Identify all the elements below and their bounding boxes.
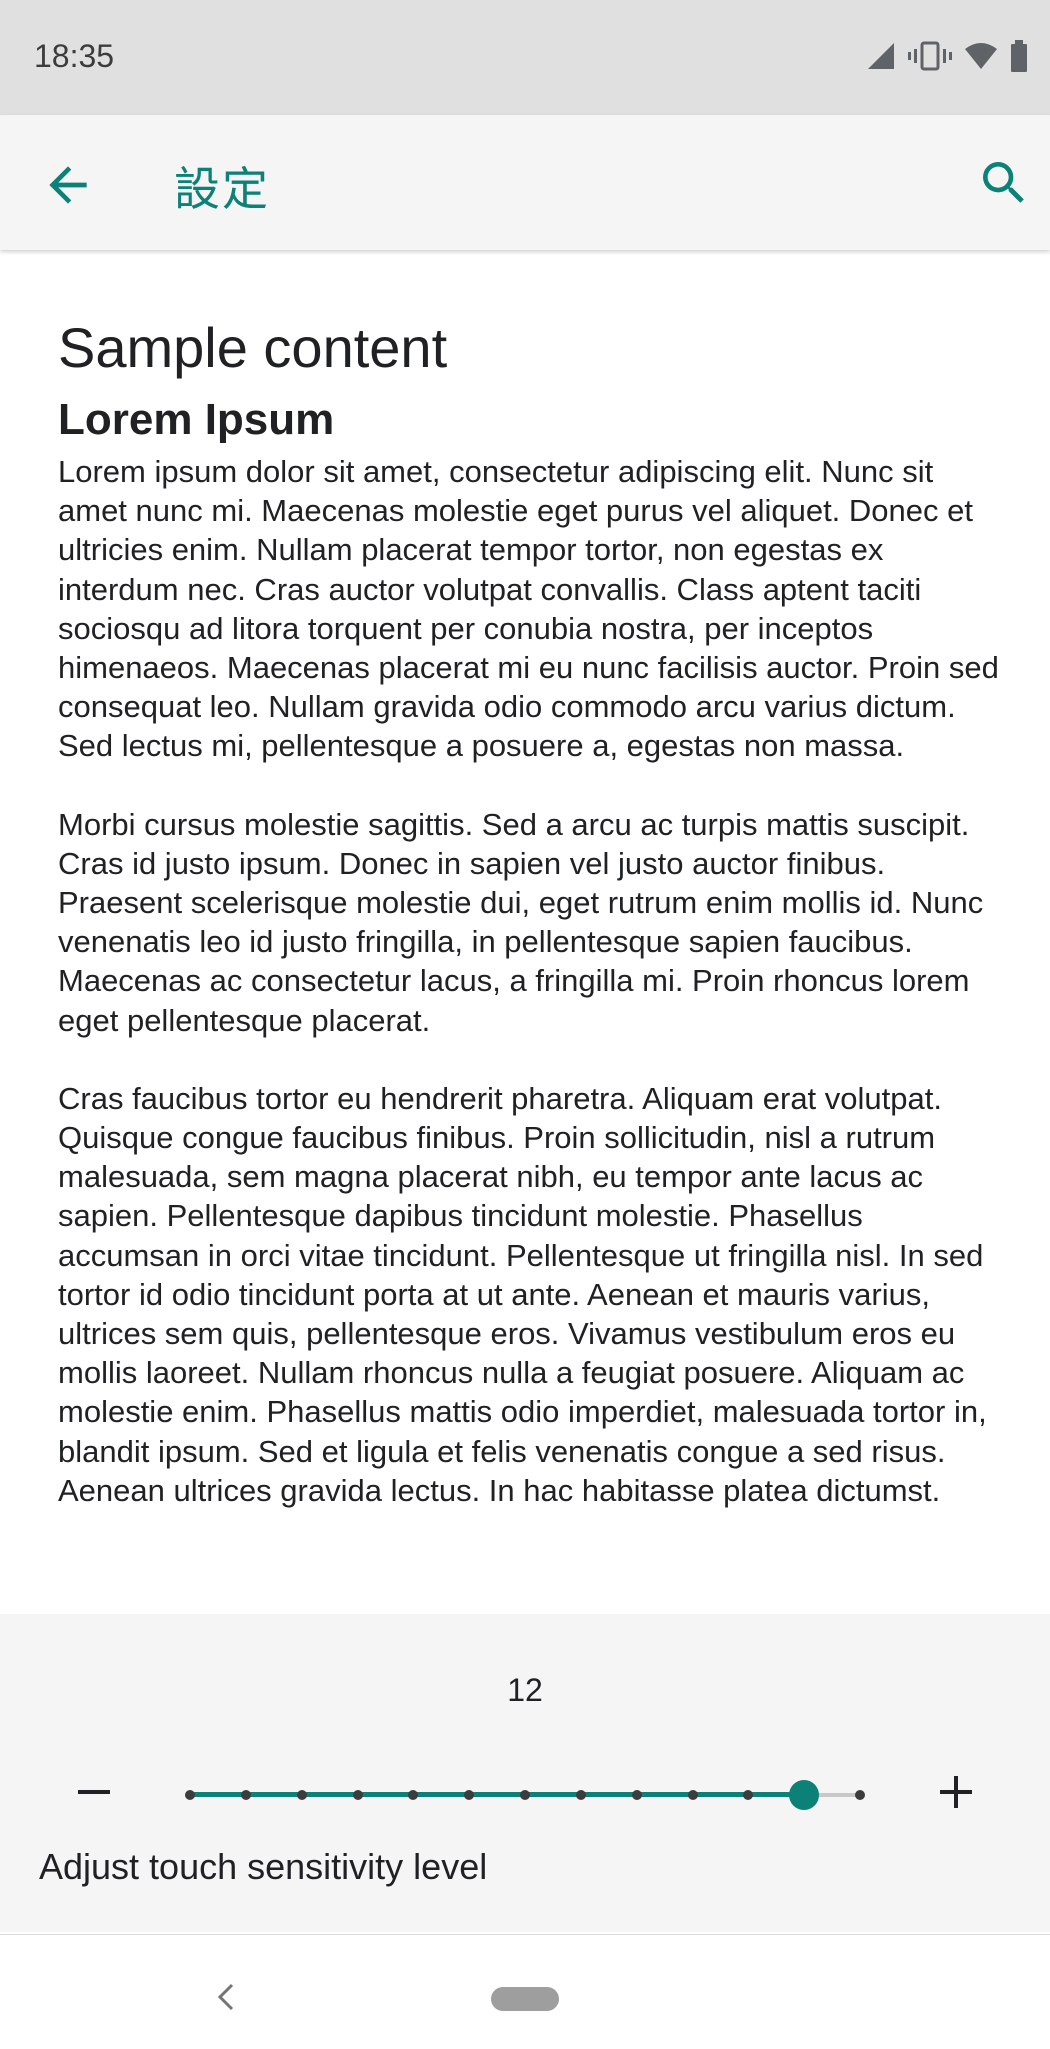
slider-fill (190, 1792, 805, 1797)
slider-tick (296, 1790, 307, 1800)
wifi-icon (964, 41, 998, 71)
status-icons (866, 40, 1028, 72)
nav-back-icon (217, 1983, 234, 2011)
vibrate-icon (908, 41, 952, 71)
cell-signal-icon (866, 41, 896, 71)
page-title: 設定 (174, 163, 270, 215)
paragraph: Cras faucibus tortor eu hendrerit pharet… (58, 1080, 987, 1508)
arrow-back-icon (49, 166, 87, 204)
sensitivity-slider[interactable] (185, 1774, 865, 1814)
status-time: 18:35 (34, 38, 115, 74)
slider-tick (743, 1790, 754, 1800)
increase-button[interactable] (926, 1762, 986, 1822)
sample-content: Sample content Lorem Ipsum Lorem ipsum d… (58, 308, 1008, 1549)
slider-tick (352, 1790, 363, 1800)
sensitivity-value: 12 (507, 1672, 543, 1708)
home-pill-icon[interactable] (491, 1987, 559, 2011)
slider-tick (575, 1790, 586, 1800)
paragraph: Lorem ipsum dolor sit amet, consectetur … (58, 454, 999, 764)
slider-tick (520, 1790, 530, 1800)
slider-tick (631, 1790, 642, 1800)
search-icon (983, 162, 1024, 203)
lorem-heading: Lorem Ipsum (58, 395, 335, 444)
slider-tick (185, 1790, 195, 1800)
nav-back-button[interactable] (214, 1979, 238, 2015)
slider-tick (240, 1790, 251, 1800)
app-bar: 設定 (0, 115, 1050, 250)
slider-tick (687, 1790, 698, 1800)
decrease-button[interactable] (64, 1762, 124, 1822)
battery-icon (1010, 40, 1028, 72)
status-bar: 18:35 (0, 0, 1050, 115)
back-button[interactable] (40, 157, 96, 213)
slider-tick (408, 1790, 419, 1800)
slider-tick (855, 1790, 865, 1800)
search-button[interactable] (976, 155, 1032, 211)
sensitivity-label: Adjust touch sensitivity level (39, 1846, 488, 1887)
nav-bar (0, 1934, 1050, 2049)
slider-tick (464, 1790, 475, 1800)
sensitivity-panel: 12 Adjust touch sensitivity level (0, 1614, 1050, 1932)
minus-icon (78, 1790, 110, 1794)
paragraph: Morbi cursus molestie sagittis. Sed a ar… (58, 806, 984, 1038)
plus-icon (940, 1776, 972, 1808)
slider-thumb[interactable] (789, 1780, 820, 1810)
sample-content-title: Sample content (58, 316, 448, 379)
